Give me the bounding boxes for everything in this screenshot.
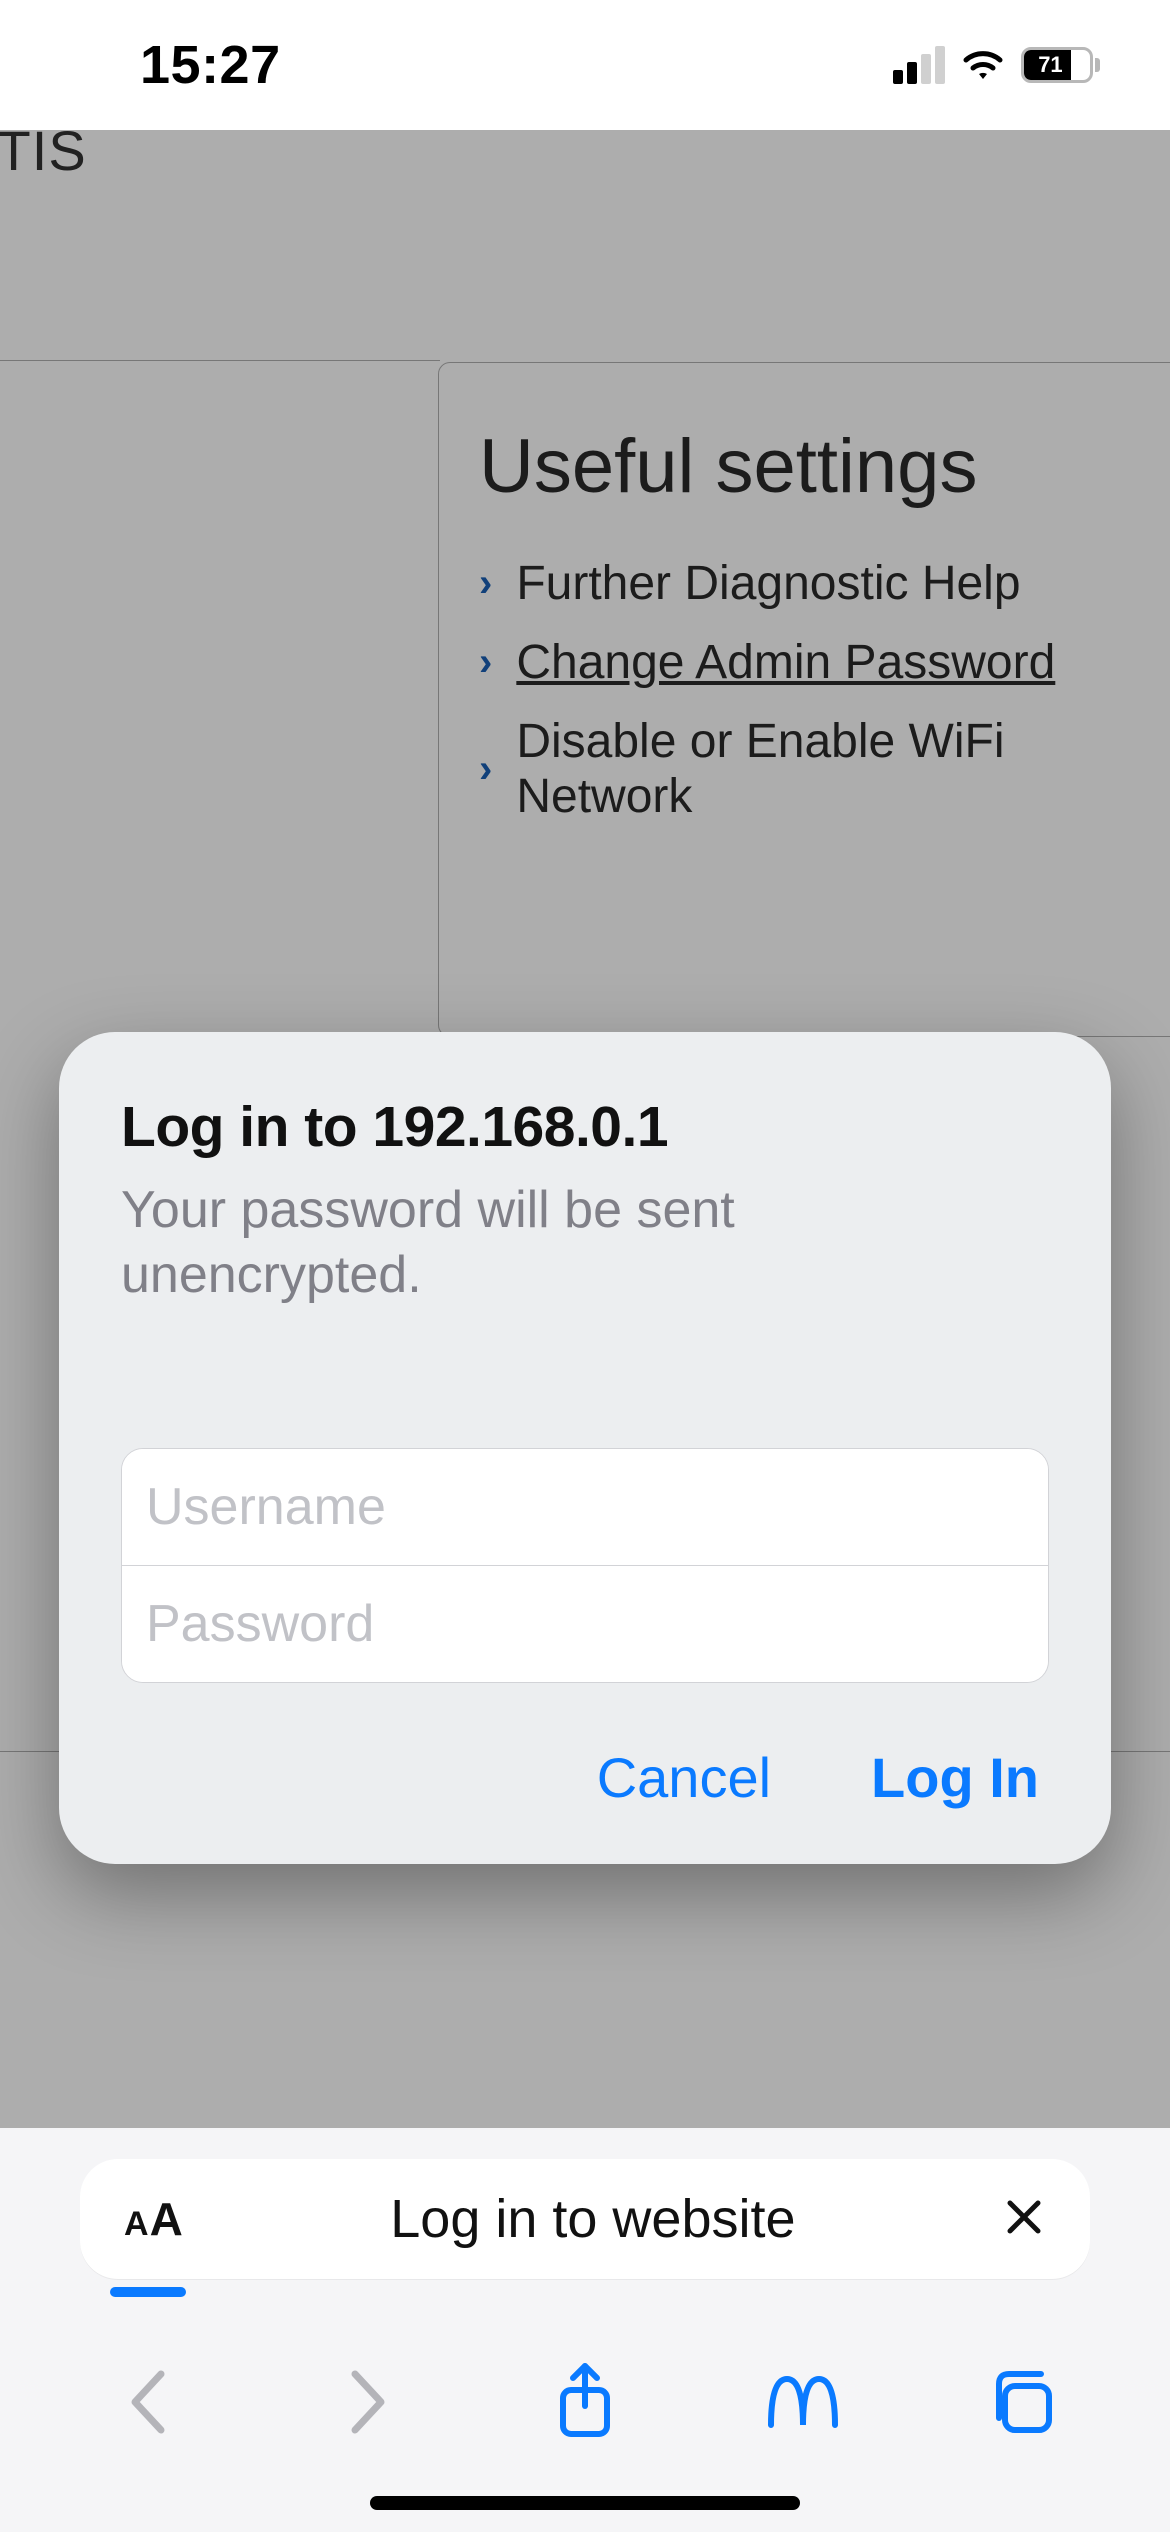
auth-subtitle: Your password will be sent unencrypted. bbox=[121, 1178, 1049, 1308]
battery-percent: 71 bbox=[1032, 52, 1062, 78]
auth-title: Log in to 192.168.0.1 bbox=[121, 1094, 1049, 1160]
http-auth-dialog: Log in to 192.168.0.1 Your password will… bbox=[59, 1032, 1111, 1864]
username-field[interactable] bbox=[122, 1449, 1048, 1565]
text-size-icon[interactable]: AA bbox=[124, 2192, 184, 2246]
share-button[interactable] bbox=[530, 2347, 640, 2457]
bookmarks-button[interactable] bbox=[748, 2347, 858, 2457]
login-button[interactable]: Log In bbox=[871, 1745, 1039, 1810]
back-button[interactable] bbox=[94, 2347, 204, 2457]
home-indicator bbox=[370, 2496, 800, 2510]
status-bar: 15:27 71 bbox=[0, 0, 1170, 130]
wifi-icon bbox=[959, 47, 1007, 83]
address-bar[interactable]: AA Log in to website bbox=[80, 2159, 1090, 2279]
safari-chrome: AA Log in to website bbox=[0, 2128, 1170, 2532]
forward-button[interactable] bbox=[312, 2347, 422, 2457]
status-icons: 71 bbox=[893, 46, 1110, 84]
cellular-signal-icon bbox=[893, 46, 945, 84]
safari-toolbar bbox=[0, 2332, 1170, 2472]
tabs-button[interactable] bbox=[966, 2347, 1076, 2457]
password-field[interactable] bbox=[122, 1566, 1048, 1682]
auth-fields bbox=[121, 1448, 1049, 1683]
address-bar-label: Log in to website bbox=[390, 2188, 795, 2250]
loading-progress-indicator bbox=[110, 2287, 186, 2297]
battery-icon: 71 bbox=[1021, 47, 1100, 83]
status-time: 15:27 bbox=[60, 34, 281, 96]
auth-actions: Cancel Log In bbox=[121, 1745, 1049, 1810]
cancel-button[interactable]: Cancel bbox=[597, 1745, 771, 1810]
stop-loading-icon[interactable] bbox=[1002, 2187, 1046, 2252]
